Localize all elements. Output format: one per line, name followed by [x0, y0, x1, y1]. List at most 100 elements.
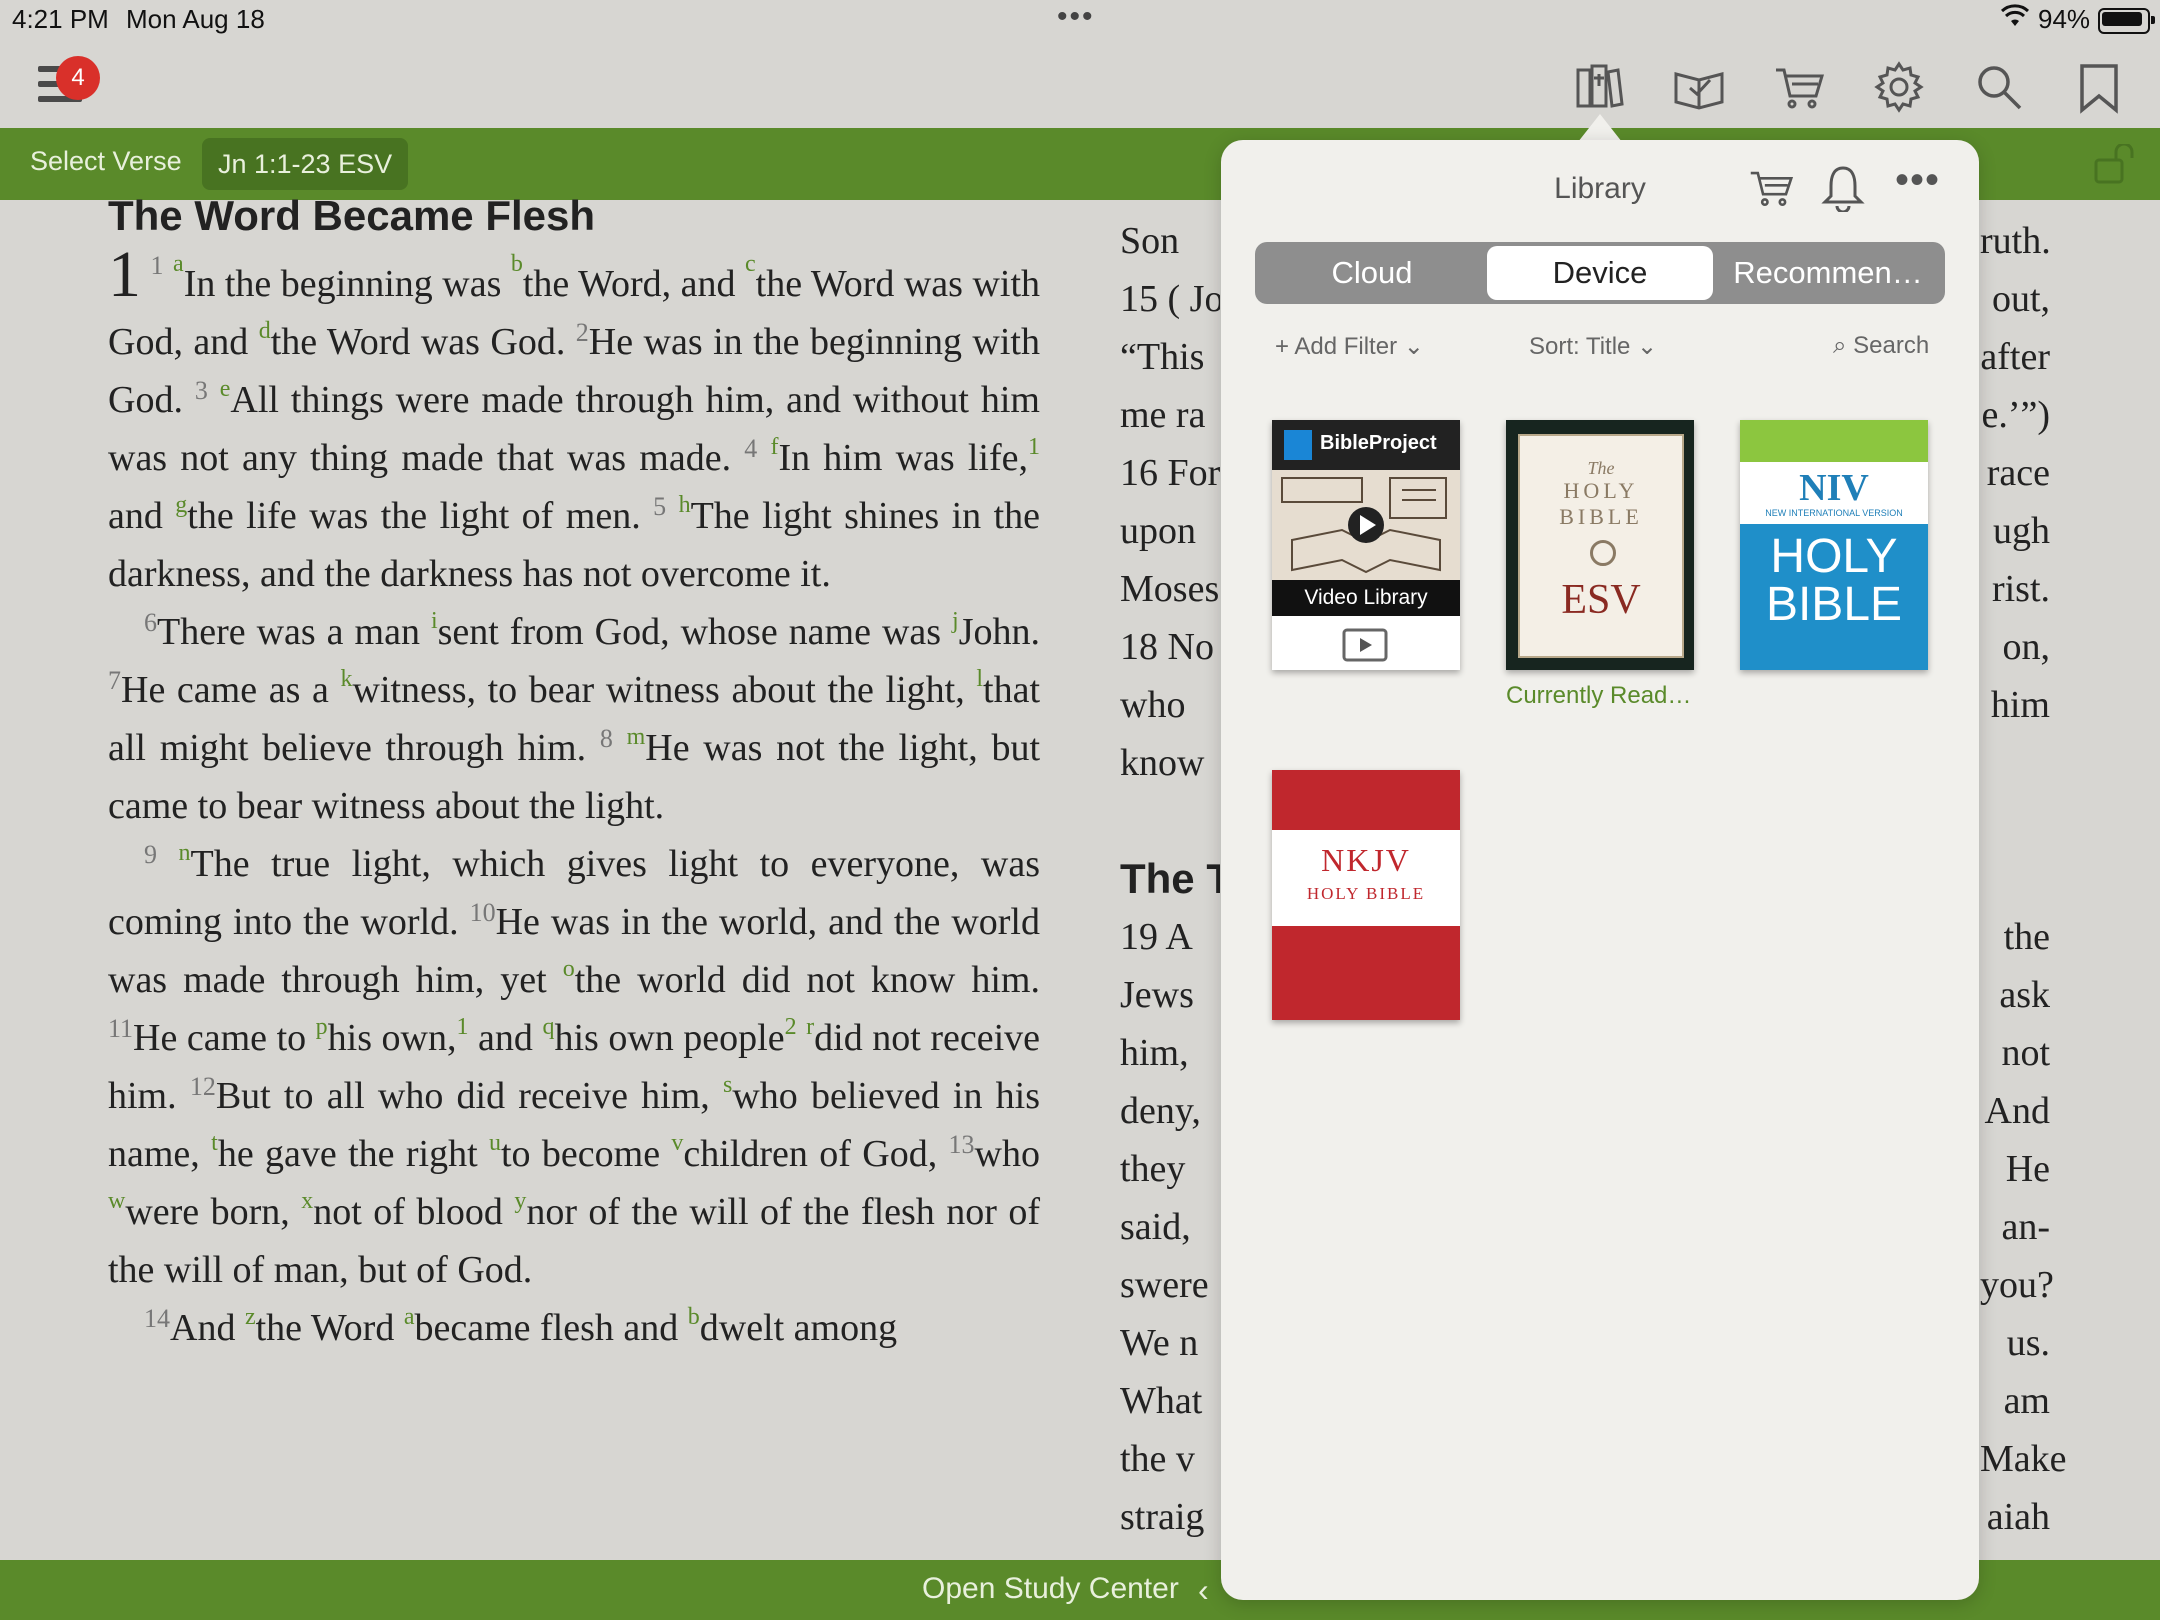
right-column-fragment: He — [2005, 1148, 2050, 1190]
bibleproject-header: BibleProject — [1272, 420, 1460, 470]
right-column-fragment — [1980, 850, 2050, 908]
cart-icon[interactable] — [1772, 60, 1826, 114]
right-column-fragment: “This — [1120, 336, 1205, 378]
book-niv-holy-bible[interactable]: NIV NEW INTERNATIONAL VERSION HOLY BIBLE — [1740, 420, 1928, 670]
niv-white-band: NIV NEW INTERNATIONAL VERSION — [1740, 462, 1928, 524]
library-segmented-control: Cloud Device Recommen… — [1255, 242, 1945, 304]
right-column-fragment: on, — [2002, 626, 2051, 668]
search-icon: ⌕ — [1833, 332, 1847, 359]
tab-recommended[interactable]: Recommen… — [1715, 246, 1941, 300]
sort-button[interactable]: Sort: Title ⌄ — [1529, 332, 1657, 361]
bibleproject-artwork — [1272, 470, 1460, 580]
multitasking-dots[interactable]: ••• — [1057, 0, 1095, 34]
book-esv-holy-bible[interactable]: The HOLY BIBLE ESV — [1506, 420, 1694, 670]
top-toolbar: 4 — [0, 40, 2160, 128]
esv-holy: HOLY — [1563, 478, 1639, 503]
book-nkjv-holy-bible[interactable]: NKJV HOLY BIBLE — [1272, 770, 1460, 1020]
niv-subtitle: NEW INTERNATIONAL VERSION — [1765, 508, 1903, 518]
library-search-button[interactable]: ⌕ Search — [1833, 332, 1929, 360]
right-column-fragment: upon — [1120, 510, 1196, 552]
video-library-label: Video Library — [1272, 580, 1460, 616]
nkjv-title: NKJV — [1321, 842, 1411, 878]
right-column-fragment: am — [2003, 1380, 2050, 1422]
reading-plan-icon[interactable] — [1672, 60, 1726, 114]
right-column-fragment: Moses — [1120, 568, 1220, 610]
niv-bible: BIBLE — [1765, 578, 1903, 631]
search-icon[interactable] — [1972, 60, 2026, 114]
more-options-icon[interactable]: ••• — [1895, 158, 1940, 203]
right-column-fragment: know — [1120, 742, 1205, 784]
select-verse-button[interactable]: Select Verse — [30, 146, 182, 177]
right-column-fragment: me ra — [1120, 394, 1206, 436]
right-column-fragment: Jews — [1120, 974, 1194, 1016]
verse-paragraph[interactable]: 6There was a man isent from God, whose n… — [108, 603, 1040, 835]
nkjv-subtitle: HOLY BIBLE — [1306, 884, 1426, 903]
popover-arrow — [1578, 114, 1622, 142]
store-cart-icon[interactable] — [1747, 166, 1795, 215]
right-column-fragment: deny, — [1120, 1090, 1201, 1132]
right-column-fragment: We n — [1120, 1322, 1199, 1364]
notification-badge: 4 — [56, 56, 100, 100]
right-column-fragment: ruth. — [1980, 220, 2051, 262]
right-column-fragment: race — [1986, 452, 2050, 494]
right-column-fragment: What — [1120, 1380, 1203, 1422]
right-column-fragment: him, — [1120, 1032, 1189, 1074]
right-column-fragment: you? — [1980, 1264, 2054, 1306]
wifi-icon — [2000, 4, 2030, 35]
verse-paragraph[interactable]: 9 nThe true light, which gives light to … — [108, 835, 1040, 1299]
right-column-fragment: they — [1120, 1148, 1186, 1190]
bibleproject-logo-icon — [1284, 430, 1312, 460]
chevron-left-icon[interactable]: ‹ — [1198, 1572, 1209, 1609]
tab-device[interactable]: Device — [1487, 246, 1713, 300]
right-column-fragment: an- — [2001, 1206, 2050, 1248]
right-column-fragment: him — [1990, 684, 2050, 726]
add-filter-button[interactable]: + Add Filter ⌄ — [1275, 332, 1424, 361]
right-column-fragment: The T — [1120, 855, 1220, 902]
right-column-fragment: said, — [1120, 1206, 1191, 1248]
library-title: Library — [1554, 172, 1646, 205]
currently-reading-caption: Currently Read… — [1506, 682, 1692, 709]
right-column-fragment: ugh — [1993, 510, 2050, 552]
verse-paragraph[interactable]: 14And zthe Word abecame flesh and bdwelt… — [108, 1299, 1040, 1357]
right-column-fragment: ask — [1999, 974, 2050, 1016]
passage-reference-button[interactable]: Jn 1:1-23 ESV — [202, 138, 409, 190]
right-column-fragment: And — [1984, 1090, 2050, 1132]
unlock-icon[interactable] — [2092, 142, 2138, 189]
bible-text-column: The Word Became Flesh 1 1 aIn the beginn… — [108, 190, 1040, 1357]
esv-seal-icon — [1590, 540, 1616, 566]
right-column-fragment: 19 A — [1120, 916, 1193, 958]
chevron-down-icon: ⌄ — [1403, 333, 1424, 360]
right-column-fragment: Son — [1120, 220, 1180, 262]
book-bibleproject-video-library[interactable]: BibleProject Video Library — [1272, 420, 1460, 670]
right-column-fragment — [1980, 734, 2050, 792]
add-filter-label: + Add Filter — [1275, 333, 1398, 360]
esv-title: ESV — [1561, 577, 1641, 623]
right-column-fragment: after — [1980, 336, 2050, 378]
nkjv-white-band: NKJV HOLY BIBLE — [1272, 830, 1460, 926]
video-play-icon — [1342, 628, 1388, 667]
right-column-fragment: Make — [1980, 1438, 2067, 1480]
open-study-center-button[interactable]: Open Study Center — [922, 1572, 1179, 1606]
tab-cloud[interactable]: Cloud — [1259, 246, 1485, 300]
right-column-left-edge: Son 15 ( Jo “This me ra 16 For upon Moses 18 No… — [1120, 212, 1220, 1546]
niv-top-band — [1740, 420, 1928, 462]
notification-bell-icon[interactable] — [1821, 164, 1865, 217]
niv-logo: NIV — [1799, 467, 1869, 509]
niv-holy: HOLY — [1770, 530, 1898, 583]
right-column-fragment — [1120, 792, 1220, 850]
right-column-fragment: the — [2003, 916, 2050, 958]
right-column-right-edge: ruth. out, after e.’”) race ugh rist. on, him the… — [1980, 212, 2067, 1546]
status-time: 4:21 PM — [12, 4, 109, 34]
chapter-number: 1 — [108, 238, 141, 311]
status-date: Mon Aug 18 — [126, 4, 265, 34]
bookmark-icon[interactable] — [2072, 60, 2126, 114]
right-column-fragment — [1980, 792, 2050, 850]
bibleproject-brand: BibleProject — [1320, 432, 1437, 454]
library-popover: Library ••• Cloud Device Recommen… + Add… — [1221, 140, 1979, 1600]
settings-gear-icon[interactable] — [1872, 60, 1926, 114]
right-column-fragment: 16 For — [1120, 452, 1220, 494]
right-column-fragment: us. — [2006, 1322, 2050, 1364]
library-icon[interactable] — [1572, 60, 1626, 114]
status-bar: 4:21 PM Mon Aug 18 ••• 94% — [0, 0, 2160, 40]
verse-paragraph[interactable]: 1 1 aIn the beginning was bthe Word, and… — [108, 242, 1040, 603]
